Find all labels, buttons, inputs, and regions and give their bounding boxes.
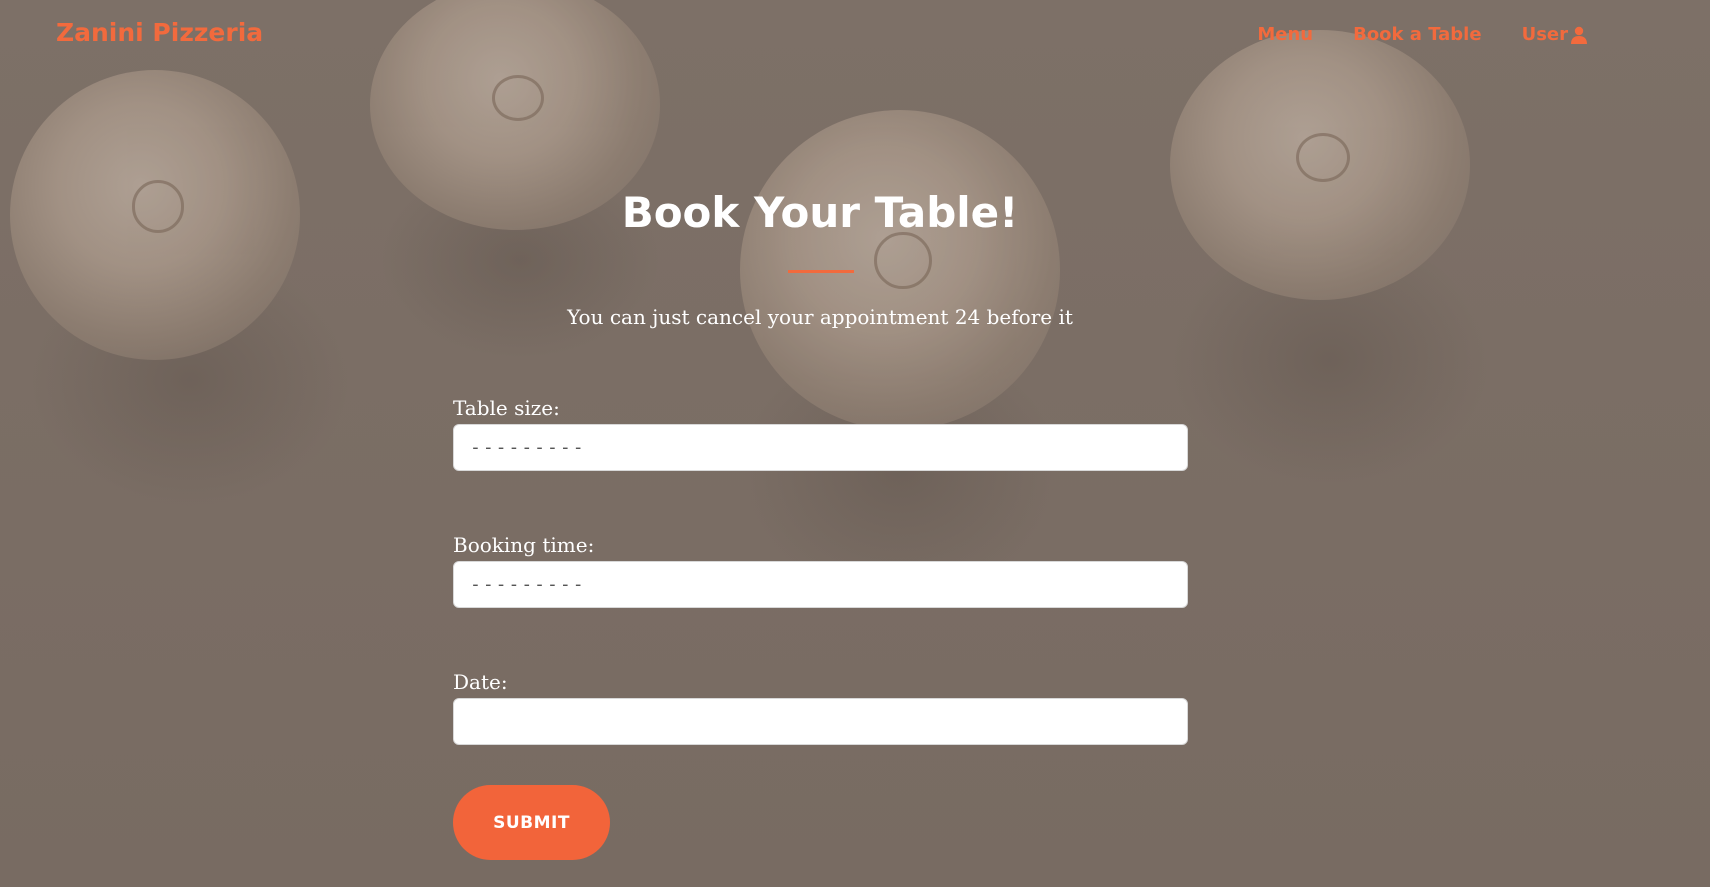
- nav-link-book-label: Book a Table: [1353, 24, 1482, 45]
- top-navbar: Zanini Pizzeria Menu Book a Table User: [0, 0, 1710, 76]
- page-title: Book Your Table!: [621, 188, 1019, 237]
- nav-link-user-label: User: [1521, 24, 1568, 45]
- table-size-group: Table size: ---------: [453, 394, 1188, 531]
- nav-link-menu-label: Menu: [1257, 24, 1314, 45]
- booking-time-select[interactable]: ---------: [453, 561, 1188, 608]
- submit-button[interactable]: SUBMIT: [453, 785, 610, 860]
- nav-link-menu[interactable]: Menu: [1257, 24, 1313, 45]
- nav-link-book-a-table[interactable]: Book a Table: [1353, 24, 1481, 45]
- title-divider: [788, 270, 854, 273]
- table-size-label: Table size:: [453, 396, 560, 420]
- date-label: Date:: [453, 670, 508, 694]
- nav-links: Menu Book a Table User: [1257, 24, 1588, 45]
- date-input[interactable]: [453, 698, 1188, 745]
- page-subtitle: You can just cancel your appointment 24 …: [567, 305, 1073, 329]
- table-size-select[interactable]: ---------: [453, 424, 1188, 471]
- booking-time-label: Booking time:: [453, 533, 595, 557]
- user-icon: [1570, 26, 1588, 44]
- booking-time-group: Booking time: ---------: [453, 531, 1188, 668]
- booking-form: Table size: --------- Booking time: ----…: [453, 394, 1188, 805]
- brand-logo[interactable]: Zanini Pizzeria: [56, 18, 263, 47]
- nav-link-user[interactable]: User: [1522, 24, 1588, 45]
